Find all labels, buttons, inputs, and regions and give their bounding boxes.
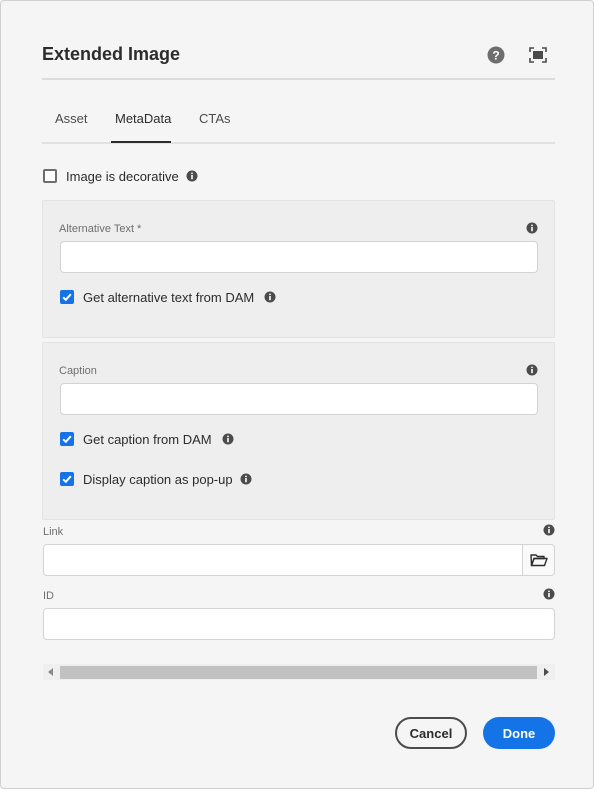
dialog: Extended Image ? Asset MetaData CTAs Ima… [0,0,594,789]
fullscreen-icon[interactable] [528,45,548,65]
info-icon[interactable] [222,433,234,445]
svg-text:?: ? [492,49,499,63]
info-icon[interactable] [264,291,276,303]
caption-input[interactable] [60,383,538,415]
tab-ctas[interactable]: CTAs [199,111,231,126]
header-divider [42,78,555,80]
tab-asset[interactable]: Asset [55,111,88,126]
decorative-checkbox[interactable] [43,169,57,183]
info-icon[interactable] [186,170,198,182]
info-icon[interactable] [526,222,538,234]
alt-from-dam-checkbox[interactable] [60,290,74,304]
alt-from-dam-label: Get alternative text from DAM [83,290,255,305]
link-input[interactable] [43,544,523,576]
done-button[interactable]: Done [483,717,555,749]
scroll-right-arrow-icon[interactable] [541,667,551,677]
tab-selected-indicator [111,141,171,143]
scroll-left-arrow-icon[interactable] [46,667,56,677]
id-label: ID [43,590,54,602]
info-icon[interactable] [240,473,252,485]
link-label: Link [43,526,64,538]
folder-icon [529,554,548,567]
caption-popup-checkbox[interactable] [60,472,74,486]
browse-button[interactable] [522,544,555,576]
decorative-label: Image is decorative [66,169,179,184]
caption-from-dam-checkbox[interactable] [60,432,74,446]
info-icon[interactable] [526,364,538,376]
info-icon[interactable] [543,524,555,536]
info-icon[interactable] [543,588,555,600]
scrollbar-thumb[interactable] [60,666,537,679]
tab-list: Asset MetaData CTAs [42,101,555,144]
caption-from-dam-label: Get caption from DAM [83,432,212,447]
dialog-title: Extended Image [42,44,181,64]
caption-label: Caption [59,365,97,377]
id-input[interactable] [43,608,555,640]
cancel-button[interactable]: Cancel [395,717,467,749]
alt-text-input[interactable] [60,241,538,273]
help-icon[interactable]: ? [486,45,506,65]
alt-text-label: Alternative Text * [59,223,142,235]
caption-panel: Caption Get caption from DAM Display cap… [42,342,555,520]
tab-metadata[interactable]: MetaData [115,111,171,126]
alt-text-panel: Alternative Text * Get alternative text … [42,200,555,338]
caption-popup-label: Display caption as pop-up [83,472,233,487]
